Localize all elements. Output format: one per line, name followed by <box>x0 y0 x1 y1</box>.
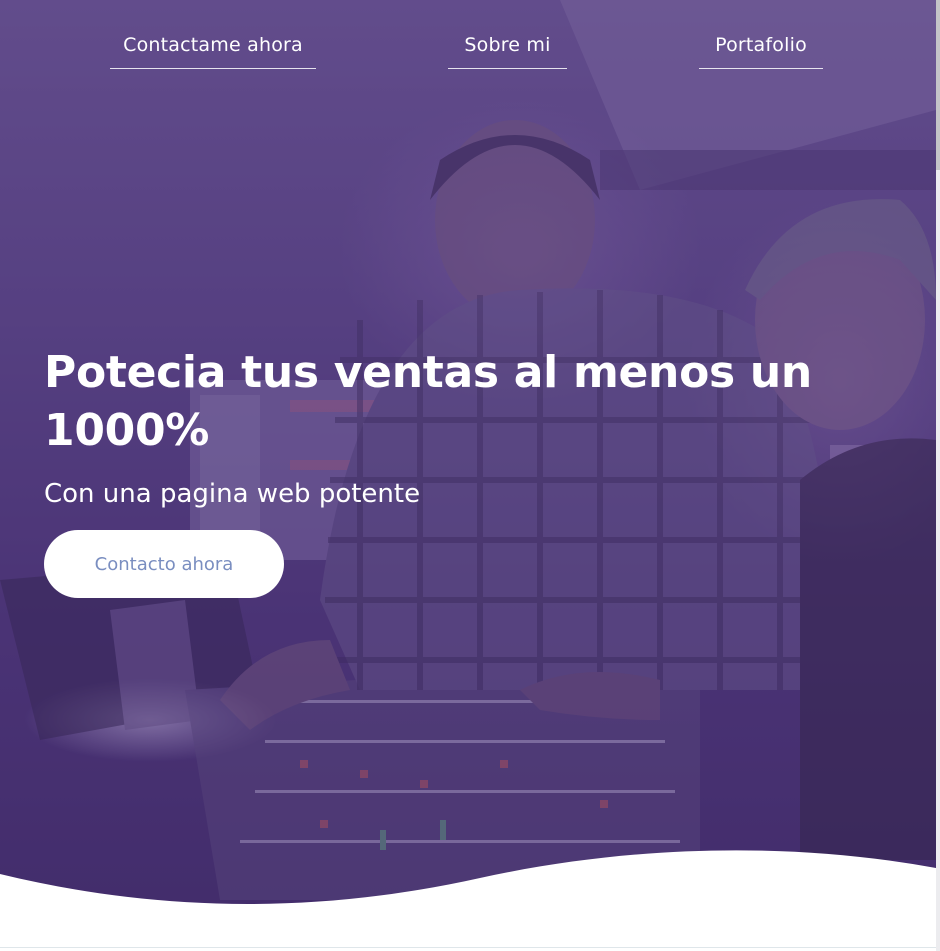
main-nav: Contactame ahora Sobre mi Portafolio <box>0 0 936 70</box>
hero-subheadline: Con una pagina web potente <box>44 479 421 509</box>
contact-now-button[interactable]: Contacto ahora <box>44 530 284 598</box>
nav-link-about[interactable]: Sobre mi <box>448 30 567 69</box>
scrollbar-track[interactable] <box>936 0 940 951</box>
hero-headline: Potecia tus ventas al menos un 1000% <box>44 347 812 456</box>
hero-bottom-wave <box>0 850 936 951</box>
scrollbar-thumb[interactable] <box>936 0 940 170</box>
nav-link-portfolio[interactable]: Portafolio <box>699 30 823 69</box>
nav-link-contact[interactable]: Contactame ahora <box>110 30 316 69</box>
hero-section: Contactame ahora Sobre mi Portafolio Pot… <box>0 0 936 951</box>
section-divider <box>0 947 936 948</box>
